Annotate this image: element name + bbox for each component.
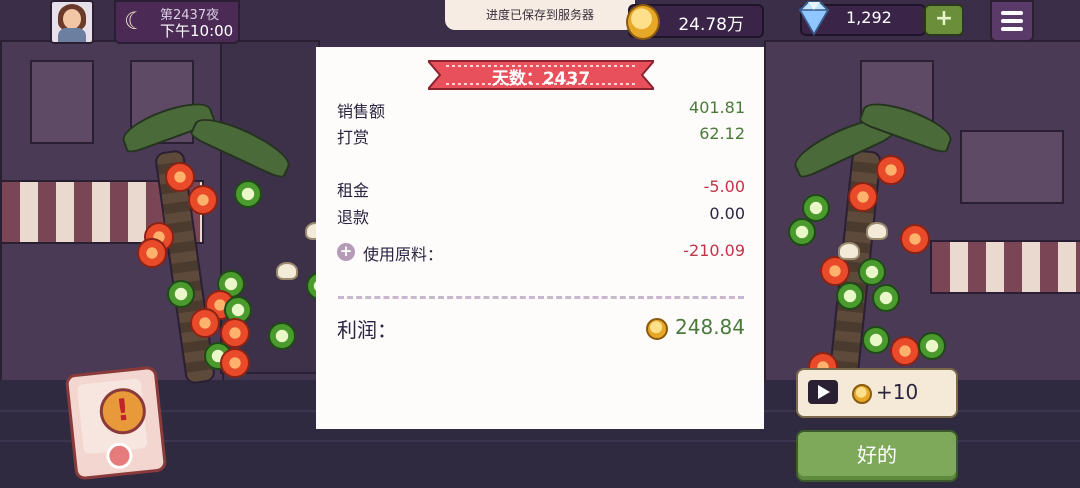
- day-ribbon: [428, 60, 654, 90]
- game-clock: 下午10:00: [160, 22, 234, 40]
- receipt-row-sales: 销售额 401.81: [337, 98, 745, 122]
- ok-button[interactable]: 好的: [796, 430, 958, 482]
- add-gems-button[interactable]: +: [924, 4, 964, 36]
- coin-icon: [626, 4, 660, 40]
- coin-balance: 24.78万: [626, 4, 764, 40]
- menu-icon-bar: [1001, 11, 1023, 15]
- tomato-slice-icon: [900, 224, 930, 254]
- row-value: 401.81: [689, 98, 745, 117]
- menu-button[interactable]: [990, 0, 1034, 42]
- awning: [930, 240, 1080, 294]
- row-label: 使用原料：: [363, 245, 444, 264]
- watch-video-reward-button[interactable]: +10: [796, 368, 958, 418]
- pepper-slice-icon: [268, 322, 296, 350]
- row-value: -5.00: [703, 177, 745, 196]
- receipt-row-refund: 退款 0.00: [337, 204, 745, 228]
- tomato-slice-icon: [188, 185, 218, 215]
- tomato-slice-icon: [890, 336, 920, 366]
- play-icon: [808, 380, 838, 404]
- pepper-slice-icon: [234, 180, 262, 208]
- tomato-slice-icon: [190, 308, 220, 338]
- row-label: 打赏: [337, 128, 370, 147]
- pepper-slice-icon: [862, 326, 890, 354]
- tomato-slice-icon: [165, 162, 195, 192]
- reward-amount: +10: [876, 380, 919, 404]
- row-label: 销售额: [337, 102, 386, 121]
- window: [30, 60, 94, 144]
- garlic-clove-icon: [276, 262, 298, 280]
- tomato-slice-icon: [848, 182, 878, 212]
- tomato-slice-icon: [220, 348, 250, 378]
- pepper-slice-icon: [788, 218, 816, 246]
- receipt-row-rent: 租金 -5.00: [337, 177, 745, 201]
- tomato-slice-icon: [876, 155, 906, 185]
- pepper-slice-icon: [858, 258, 886, 286]
- alert-card-button[interactable]: !: [64, 365, 168, 481]
- player-avatar[interactable]: [50, 0, 94, 44]
- diamond-icon: [798, 1, 830, 36]
- receipt-row-tips: 打赏 62.12: [337, 124, 745, 148]
- pepper-slice-icon: [836, 282, 864, 310]
- pepper-slice-icon: [918, 332, 946, 360]
- row-label: 退款: [337, 208, 370, 227]
- row-value: 62.12: [699, 124, 745, 143]
- row-value: 0.00: [709, 204, 745, 223]
- row-label: 租金: [337, 181, 370, 200]
- window: [960, 130, 1064, 204]
- day-time-panel: ☾ 第2437夜 下午10:00: [114, 0, 240, 44]
- profit-label: 利润：: [337, 318, 397, 342]
- coin-icon: [646, 318, 668, 340]
- coin-amount: 24.78万: [678, 15, 744, 35]
- alert-card-inner: !: [76, 378, 149, 455]
- avatar-body: [58, 28, 86, 42]
- receipt-row-ingredients[interactable]: + 使用原料： -210.09: [337, 241, 745, 265]
- save-toast: 进度已保存到服务器: [445, 0, 635, 30]
- pepper-slice-icon: [167, 280, 195, 308]
- moon-icon: ☾: [124, 7, 146, 35]
- expand-plus-icon[interactable]: +: [337, 243, 355, 261]
- avatar-face: [63, 9, 81, 29]
- menu-icon-bar: [1001, 27, 1023, 31]
- garlic-clove-icon: [838, 242, 860, 260]
- alert-icon: !: [97, 385, 149, 437]
- menu-icon-bar: [1001, 19, 1023, 23]
- garlic-clove-icon: [866, 222, 888, 240]
- receipt-torn-edge: [316, 395, 764, 429]
- row-value: -210.09: [683, 241, 745, 260]
- gem-amount: 1,292: [846, 8, 892, 27]
- profit-value: 248.84: [675, 315, 745, 339]
- tomato-slice-icon: [137, 238, 167, 268]
- coin-icon: [852, 384, 872, 404]
- receipt-divider: [338, 296, 744, 299]
- pepper-slice-icon: [872, 284, 900, 312]
